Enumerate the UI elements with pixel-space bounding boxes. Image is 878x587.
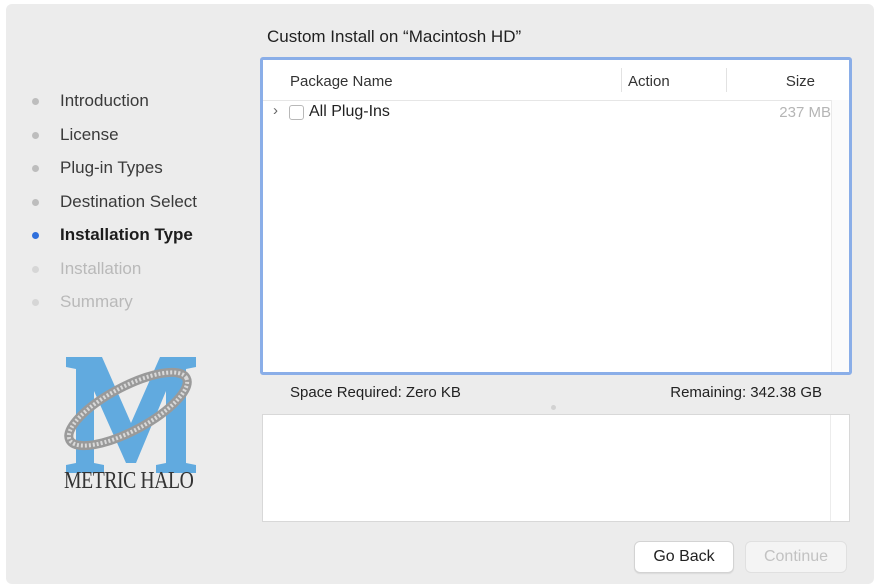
column-header-package-name[interactable]: Package Name xyxy=(290,73,393,90)
table-header: Package Name Action Size xyxy=(263,60,849,101)
logo-wordmark: METRIC HALO xyxy=(64,468,194,494)
step-dot-icon xyxy=(32,131,39,139)
page-title: Custom Install on “Macintosh HD” xyxy=(267,27,522,46)
column-divider xyxy=(726,68,727,92)
step-label: Installation xyxy=(60,258,142,278)
column-divider xyxy=(621,68,622,92)
installer-steps: Introduction License Plug-in Types Desti… xyxy=(30,90,197,325)
space-required-text: Space Required: Zero KB xyxy=(290,384,461,401)
description-pane xyxy=(262,414,850,522)
disclosure-chevron-icon[interactable]: › xyxy=(273,102,278,119)
step-dot-icon xyxy=(32,299,39,306)
step-label: Destination Select xyxy=(60,191,198,211)
step-installation-type: Installation Type xyxy=(30,224,197,258)
description-scrollbar[interactable] xyxy=(830,415,849,521)
step-summary: Summary xyxy=(30,291,197,325)
package-name: All Plug-Ins xyxy=(309,103,390,120)
step-plug-in-types: Plug-in Types xyxy=(30,157,197,191)
split-grip-icon[interactable] xyxy=(551,405,556,410)
step-dot-icon xyxy=(32,198,39,206)
step-dot-icon xyxy=(32,265,39,273)
step-dot-icon xyxy=(32,232,39,239)
step-dot-icon xyxy=(32,98,39,105)
step-label: Summary xyxy=(60,292,133,311)
table-row[interactable]: › All Plug-Ins 237 MB xyxy=(263,102,831,126)
step-license: License xyxy=(30,124,197,158)
step-label: License xyxy=(60,124,119,144)
continue-button[interactable]: Continue xyxy=(745,541,847,573)
remaining-space-text: Remaining: 342.38 GB xyxy=(670,384,822,401)
go-back-button[interactable]: Go Back xyxy=(634,541,734,573)
step-introduction: Introduction xyxy=(30,90,197,124)
package-checkbox[interactable] xyxy=(289,105,304,120)
step-destination-select: Destination Select xyxy=(30,191,197,225)
step-installation: Installation xyxy=(30,258,197,292)
column-header-size[interactable]: Size xyxy=(786,73,815,90)
step-dot-icon xyxy=(32,165,39,172)
step-label: Plug-in Types xyxy=(60,158,163,177)
vertical-scrollbar[interactable] xyxy=(831,100,849,372)
package-table[interactable]: Package Name Action Size › All Plug-Ins … xyxy=(260,57,852,375)
space-info: Space Required: Zero KB Remaining: 342.3… xyxy=(262,372,850,414)
package-size: 237 MB xyxy=(779,104,831,121)
step-label: Installation Type xyxy=(60,225,193,244)
step-label: Introduction xyxy=(60,91,149,110)
column-header-action[interactable]: Action xyxy=(628,73,670,90)
